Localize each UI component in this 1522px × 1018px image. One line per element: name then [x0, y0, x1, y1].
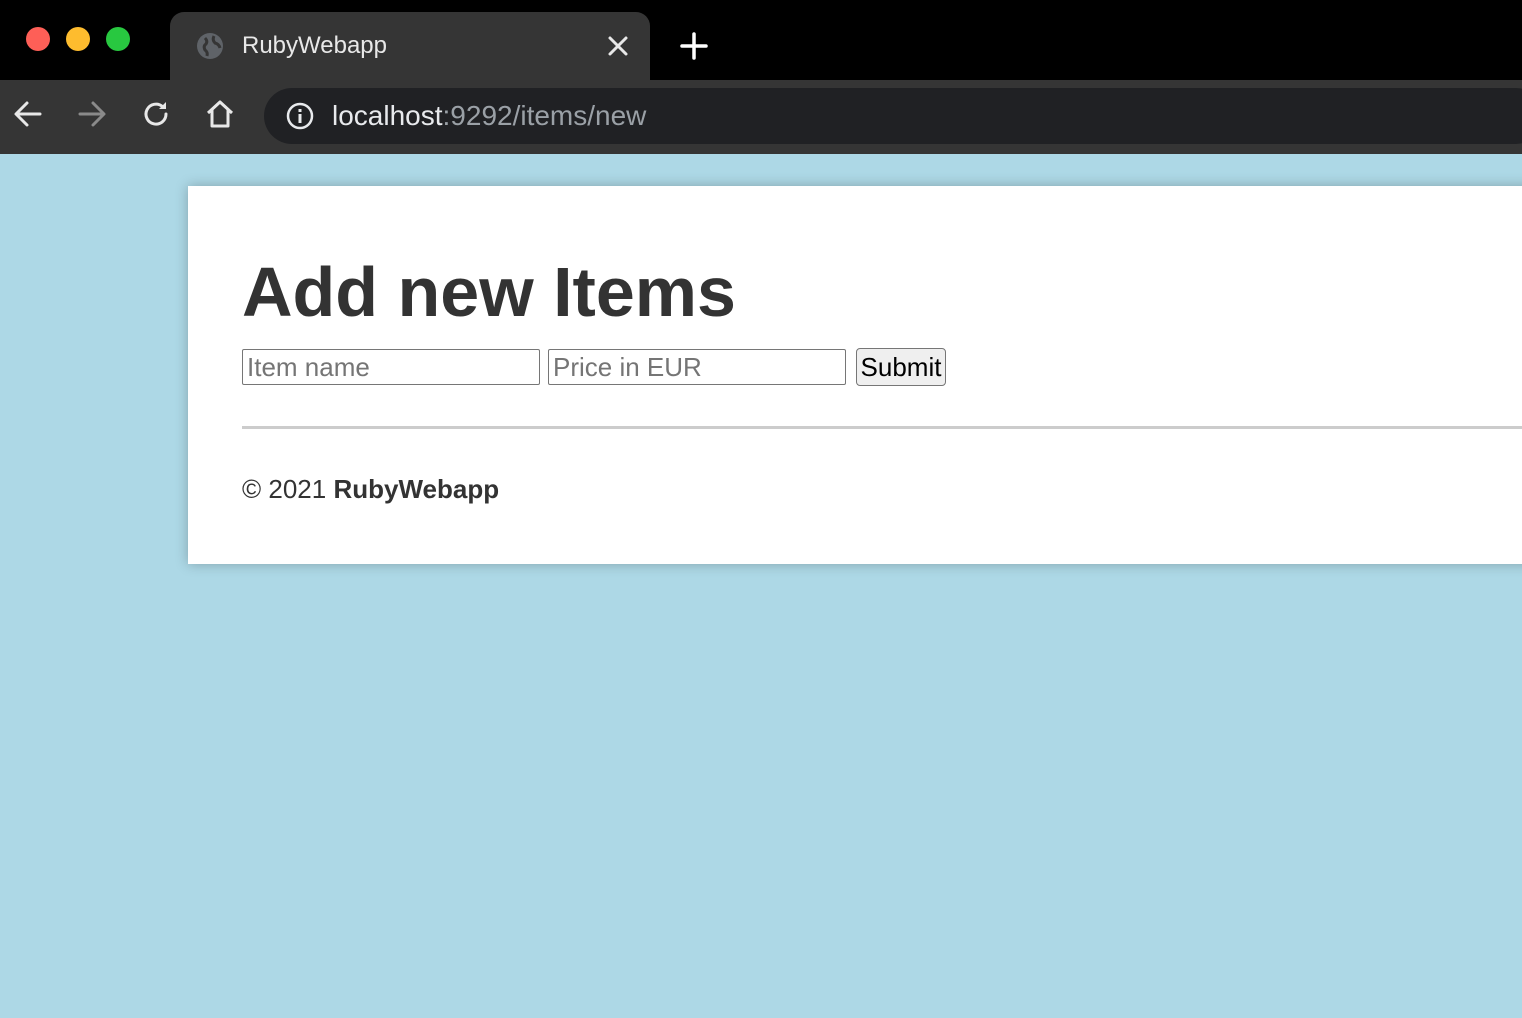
item-name-input[interactable] [242, 349, 540, 385]
browser-chrome: RubyWebapp localhost:9292/items/new [0, 0, 1522, 154]
footer-copyright: © 2021 [242, 474, 327, 504]
tab-title: RubyWebapp [242, 32, 387, 59]
submit-button[interactable]: Submit [856, 348, 946, 386]
browser-tab[interactable]: RubyWebapp [170, 12, 650, 82]
content-card: Add new Items Submit © 2021 RubyWebapp [188, 186, 1522, 564]
home-icon[interactable] [204, 98, 236, 130]
maximize-window-button[interactable] [106, 27, 130, 51]
page-title: Add new Items [242, 253, 736, 331]
globe-icon [196, 32, 224, 60]
address-bar[interactable]: localhost:9292/items/new [264, 88, 1522, 144]
close-window-button[interactable] [26, 27, 50, 51]
reload-icon[interactable] [140, 98, 172, 130]
arrow-left-icon[interactable] [12, 98, 44, 130]
tab-strip: RubyWebapp [0, 0, 1522, 82]
arrow-right-icon[interactable] [76, 98, 108, 130]
close-icon[interactable] [606, 34, 630, 58]
divider [242, 426, 1522, 429]
minimize-window-button[interactable] [66, 27, 90, 51]
url-text[interactable]: localhost:9292/items/new [332, 101, 646, 131]
footer: © 2021 RubyWebapp [242, 474, 499, 504]
url-path: :9292/items/new [442, 100, 647, 131]
footer-brand: RubyWebapp [333, 474, 500, 504]
price-input[interactable] [548, 349, 846, 385]
info-icon[interactable] [286, 102, 314, 130]
plus-icon[interactable] [678, 30, 710, 62]
browser-toolbar: localhost:9292/items/new [0, 80, 1522, 154]
url-host: localhost [332, 100, 443, 131]
